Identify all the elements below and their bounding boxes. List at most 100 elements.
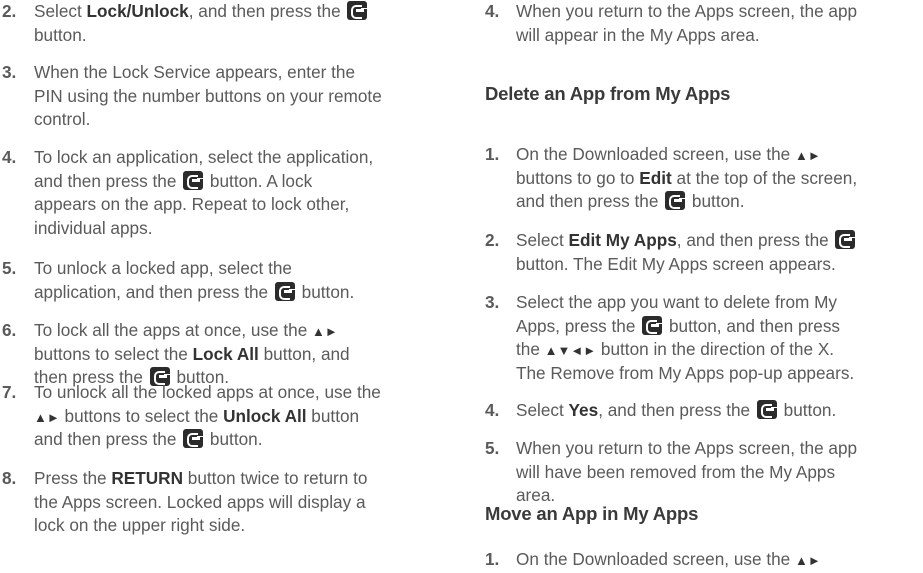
bold-term: Edit My Apps xyxy=(568,230,677,250)
text-run: area. xyxy=(516,485,556,505)
step-line: When the Lock Service appears, enter the xyxy=(34,61,382,85)
step-number: 7. xyxy=(2,382,17,402)
text-run: To unlock a locked app, select the xyxy=(34,258,292,278)
step-line: To unlock all the locked apps at once, u… xyxy=(34,381,381,405)
bold-term: Lock All xyxy=(192,343,259,364)
step-line: will appear in the My Apps area. xyxy=(516,24,857,48)
step-line: When you return to the Apps screen, the … xyxy=(516,437,857,461)
step-number: 1. xyxy=(485,144,500,164)
step-number: 3. xyxy=(2,62,17,82)
text-run: The Remove from My Apps pop-up appears. xyxy=(516,362,855,383)
bold-term: RETURN xyxy=(111,468,184,488)
step-line: the Apps screen. Locked apps will displa… xyxy=(34,491,367,515)
text-run: Press the xyxy=(34,468,112,488)
text-run: the xyxy=(516,339,545,359)
step-line: Select the app you want to delete from M… xyxy=(516,291,854,315)
enter-button-icon xyxy=(274,281,295,301)
text-run: When you return to the Apps screen, the … xyxy=(516,1,858,21)
step-number: 2. xyxy=(2,1,17,21)
text-run: and then press the xyxy=(34,429,182,449)
text-run: Select xyxy=(34,1,87,21)
enter-button-icon xyxy=(835,230,856,249)
bold-term: Unlock All xyxy=(223,405,307,426)
text-run: , and then press the xyxy=(598,400,755,420)
bold-term: Edit xyxy=(639,167,672,188)
text-run: button twice to return to xyxy=(183,468,368,488)
enter-button-icon xyxy=(642,315,663,335)
arrow-buttons-icon: ▲► xyxy=(795,553,821,568)
text-run: PIN using the number buttons on your rem… xyxy=(34,85,382,106)
text-run: lock on the upper right side. xyxy=(34,515,246,535)
text-run: individual apps. xyxy=(34,217,153,238)
step-number: 8. xyxy=(2,468,17,488)
step-line: Press the RETURN button twice to return … xyxy=(34,467,367,491)
step-line: and then press the button. xyxy=(516,190,857,214)
bold-term: Yes xyxy=(568,400,599,420)
manual-page: 2. Select Lock/Unlock, and then press the… xyxy=(0,0,923,569)
step-line: Apps, press the button, and then press xyxy=(516,315,854,339)
text-run: will appear in the My Apps area. xyxy=(516,24,760,45)
step-line: When you return to the Apps screen, the … xyxy=(516,0,857,24)
enter-button-icon xyxy=(665,191,686,210)
step-line: buttons to select the Lock All button, a… xyxy=(34,343,350,367)
step-line: lock on the upper right side. xyxy=(34,514,367,538)
enter-button-icon xyxy=(183,170,204,190)
arrow-buttons-icon: ▲► xyxy=(795,148,821,163)
step-number: 3. xyxy=(485,292,500,312)
step-line: and then press the button. xyxy=(34,428,381,452)
step-number: 4. xyxy=(485,1,500,21)
step-line: Select Lock/Unlock, and then press the xyxy=(34,0,369,24)
step-text: To unlock a locked app, select the applic… xyxy=(34,257,354,304)
step-number: 4. xyxy=(2,147,17,167)
step-text: To lock an application, select the appli… xyxy=(34,146,373,240)
step-line: The Remove from My Apps pop-up appears. xyxy=(516,362,854,386)
text-run: button. xyxy=(205,429,263,449)
step-text: When the Lock Service appears, enter the… xyxy=(34,61,382,132)
step-text: When you return to the Apps screen, the … xyxy=(516,0,857,47)
text-run: button. xyxy=(778,400,837,420)
step-text: To unlock all the locked apps at once, u… xyxy=(34,381,381,452)
step-text: Select Edit My Apps, and then press the … xyxy=(516,229,857,276)
enter-button-icon xyxy=(756,400,777,419)
step-line: the ▲▼◄► button in the direction of the … xyxy=(516,338,854,362)
step-text: To lock all the apps at once, use the ▲►… xyxy=(34,319,350,390)
text-run: button. The Edit My Apps screen appears. xyxy=(516,253,836,274)
text-run: the Apps screen. Locked apps will displa… xyxy=(34,491,366,512)
text-run: button. xyxy=(687,191,745,211)
step-line: Select Yes, and then press the button. xyxy=(516,399,836,423)
text-run: button in the direction of the X. xyxy=(596,339,835,359)
text-run: buttons to select the xyxy=(34,343,193,364)
text-run: buttons to go to xyxy=(516,167,640,188)
text-run: button, and then press xyxy=(664,315,841,336)
arrow-buttons-icon: ▲► xyxy=(312,324,338,339)
step-line: PIN using the number buttons on your rem… xyxy=(34,85,382,109)
step-line: Select Edit My Apps, and then press the xyxy=(516,229,857,253)
step-line: individual apps. xyxy=(34,217,373,241)
step-text: Select Lock/Unlock, and then press the b… xyxy=(34,0,369,47)
text-run: Apps, press the xyxy=(516,315,641,336)
enter-button-icon xyxy=(347,1,368,20)
arrow-buttons-icon: ▲▼◄► xyxy=(544,343,597,358)
step-number: 6. xyxy=(2,320,17,340)
text-run: On the Downloaded screen, use the xyxy=(516,549,795,569)
text-run: appears on the app. Repeat to lock other… xyxy=(34,194,350,214)
text-run: Select xyxy=(516,230,569,250)
text-run: button. xyxy=(34,24,87,45)
step-line: ▲► buttons to select the Unlock All butt… xyxy=(34,405,381,429)
step-number: 5. xyxy=(2,258,17,278)
text-run: To lock all the apps at once, use the xyxy=(34,320,313,340)
text-run: Select the app you want to delete from M… xyxy=(516,292,838,312)
text-run: and then press the xyxy=(516,191,664,211)
step-line: application, and then press the button. xyxy=(34,281,354,305)
text-run: button xyxy=(306,405,360,426)
text-run: button. xyxy=(296,281,355,302)
text-run: When the Lock Service appears, enter the xyxy=(34,62,356,82)
text-run: control. xyxy=(34,109,91,129)
arrow-buttons-icon: ▲► xyxy=(34,409,60,425)
step-line: On the Downloaded screen, use the ▲► xyxy=(516,143,857,167)
step-text: Press the RETURN button twice to return … xyxy=(34,467,367,538)
bold-term: Lock/Unlock xyxy=(86,1,189,21)
enter-button-icon xyxy=(183,429,204,448)
step-line: buttons to go to Edit at the top of the … xyxy=(516,167,857,191)
step-number: 2. xyxy=(485,230,500,250)
